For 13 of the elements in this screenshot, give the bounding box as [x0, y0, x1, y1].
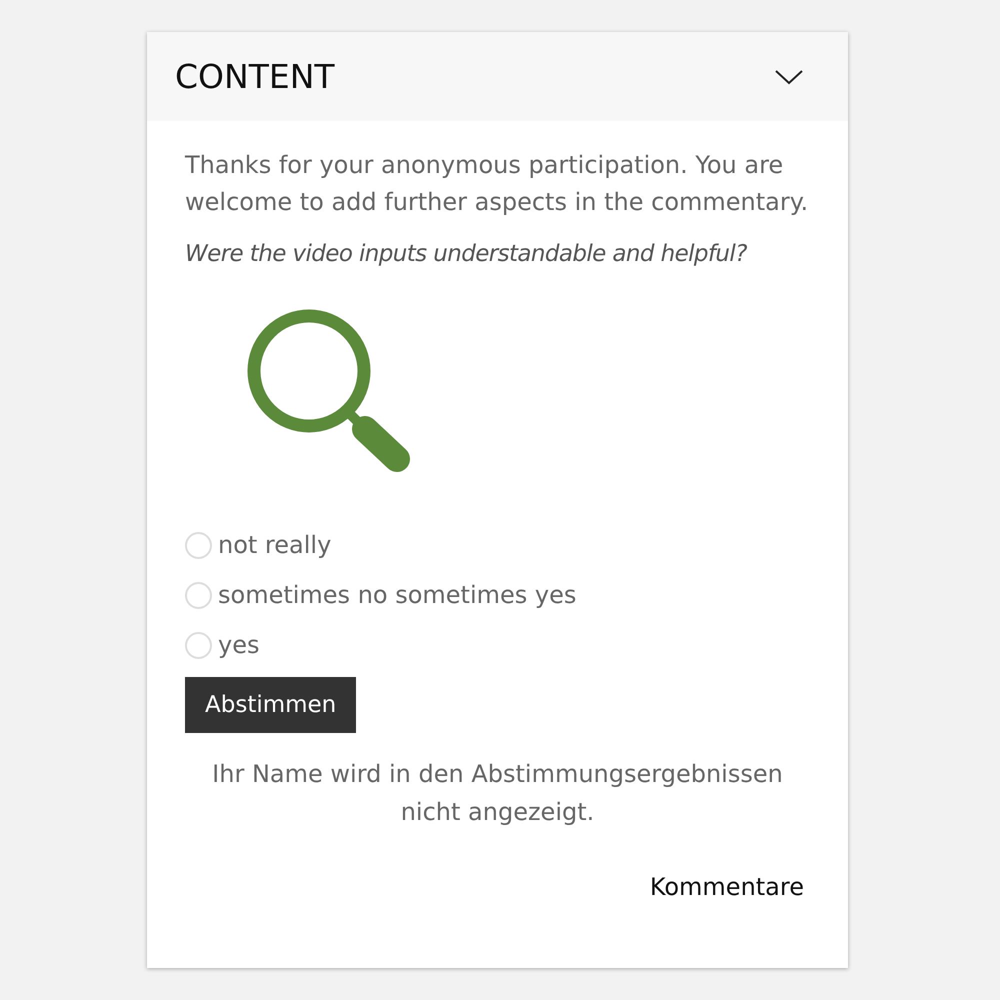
panel-header[interactable]: CONTENT — [147, 32, 848, 121]
radio-option[interactable]: sometimes no sometimes yes — [185, 577, 810, 613]
radio-button[interactable] — [185, 632, 212, 658]
question-text: Were the video inputs understandable and helpful? — [185, 240, 748, 269]
radio-option[interactable]: yes — [185, 627, 810, 663]
comments-link[interactable]: Kommentare — [650, 869, 804, 905]
intro-text: Thanks for your anonymous participation. You are welcome to add further aspects in the commentary. — [185, 150, 810, 218]
panel-title: CONTENT — [175, 56, 335, 98]
radio-button[interactable] — [185, 582, 212, 608]
radio-option[interactable]: not really — [185, 527, 810, 563]
privacy-note: Ihr Name wird in den Abstimmungsergebnissen nicht angezeigt. — [211, 759, 784, 828]
vote-button[interactable]: Abstimmen — [185, 677, 356, 733]
radio-button[interactable] — [185, 532, 212, 558]
